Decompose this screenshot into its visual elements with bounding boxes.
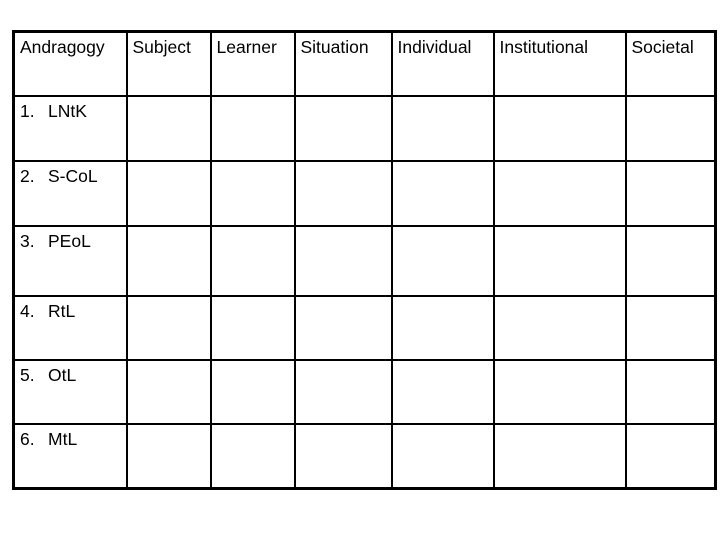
table-cell — [125, 422, 212, 490]
table-cell — [624, 159, 717, 227]
table-cell — [492, 358, 627, 425]
table-cell — [390, 224, 495, 297]
header-andragogy: Andragogy — [12, 30, 128, 97]
table-cell — [125, 224, 212, 297]
row-label-text: LNtK — [48, 100, 87, 121]
header-subject: Subject — [125, 30, 212, 97]
header-societal: Societal — [624, 30, 717, 97]
table-cell — [390, 358, 495, 425]
table-cell — [390, 159, 495, 227]
andragogy-matrix-table: Andragogy Subject Learner Situation Indi… — [12, 30, 717, 490]
table-row: 3. PEoL — [12, 224, 717, 297]
table-cell — [293, 358, 393, 425]
table-cell — [125, 294, 212, 361]
table-cell — [125, 358, 212, 425]
row-label-text: OtL — [48, 364, 77, 385]
table-cell — [624, 224, 717, 297]
table-cell — [624, 94, 717, 162]
header-institutional: Institutional — [492, 30, 627, 97]
table-row: 1. LNtK — [12, 94, 717, 162]
table-cell — [390, 294, 495, 361]
table-cell — [209, 358, 296, 425]
row-label-text: RtL — [48, 300, 76, 321]
table-row: 2. S-CoL — [12, 159, 717, 227]
table-cell — [125, 159, 212, 227]
table-cell — [624, 294, 717, 361]
row-label: 3. PEoL — [12, 224, 128, 297]
table-cell — [492, 94, 627, 162]
table-cell — [492, 159, 627, 227]
table-cell — [293, 422, 393, 490]
header-individual: Individual — [390, 30, 495, 97]
header-learner: Learner — [209, 30, 296, 97]
table-cell — [390, 422, 495, 490]
header-situation: Situation — [293, 30, 393, 97]
table-cell — [209, 422, 296, 490]
table-cell — [209, 94, 296, 162]
row-number: 2. — [20, 165, 35, 186]
table-row: 6. MtL — [12, 422, 717, 490]
table-row: 5. OtL — [12, 358, 717, 425]
row-label-text: S-CoL — [48, 165, 98, 186]
table-cell — [390, 94, 495, 162]
table-cell — [492, 422, 627, 490]
table-cell — [209, 224, 296, 297]
row-number: 6. — [20, 428, 35, 449]
row-label: 5. OtL — [12, 358, 128, 425]
table-cell — [293, 224, 393, 297]
row-label: 6. MtL — [12, 422, 128, 490]
table-cell — [492, 224, 627, 297]
row-label-text: PEoL — [48, 230, 91, 251]
table-cell — [209, 294, 296, 361]
row-number: 3. — [20, 230, 35, 251]
table-cell — [125, 94, 212, 162]
table-cell — [624, 358, 717, 425]
header-row: Andragogy Subject Learner Situation Indi… — [12, 30, 717, 97]
row-label: 2. S-CoL — [12, 159, 128, 227]
table-cell — [624, 422, 717, 490]
table-cell — [293, 94, 393, 162]
table-cell — [492, 294, 627, 361]
row-label: 4. RtL — [12, 294, 128, 361]
table-cell — [293, 294, 393, 361]
table-row: 4. RtL — [12, 294, 717, 361]
table-cell — [209, 159, 296, 227]
row-label-text: MtL — [48, 428, 78, 449]
row-label: 1. LNtK — [12, 94, 128, 162]
row-number: 1. — [20, 100, 35, 121]
table-cell — [293, 159, 393, 227]
row-number: 5. — [20, 364, 35, 385]
row-number: 4. — [20, 300, 35, 321]
